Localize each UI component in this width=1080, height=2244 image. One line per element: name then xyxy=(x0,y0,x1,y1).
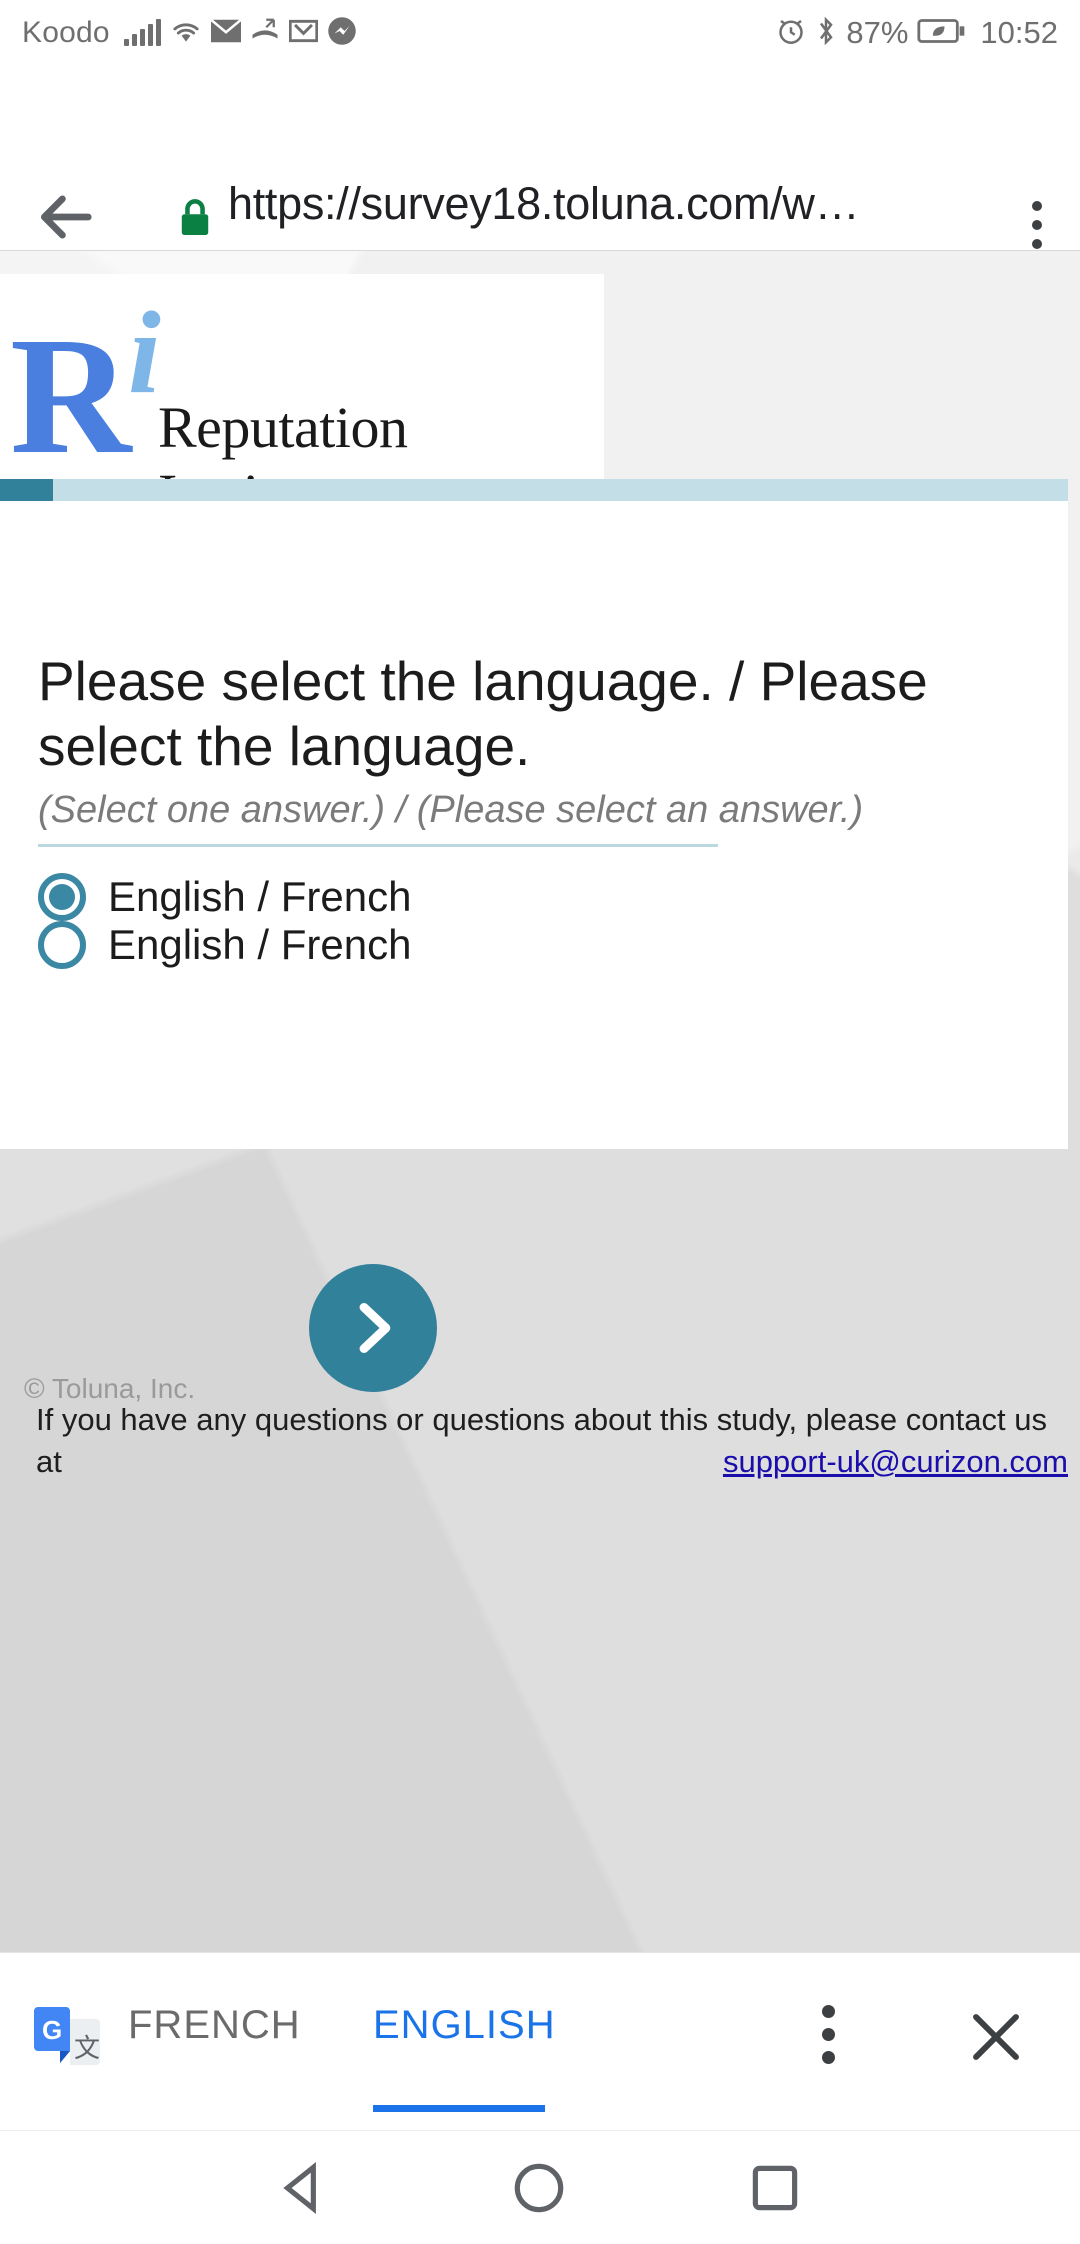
status-bar-left: Koodo xyxy=(22,16,357,51)
option-row-2[interactable]: English / French xyxy=(38,921,411,969)
translate-source-language[interactable]: FRENCH xyxy=(128,2003,301,2048)
option-row-1[interactable]: English / French xyxy=(38,873,411,921)
missed-call-icon xyxy=(250,18,280,49)
lock-icon[interactable] xyxy=(178,196,212,240)
question-divider xyxy=(38,844,718,847)
svg-text:文: 文 xyxy=(74,2033,100,2063)
question-instruction: (Select one answer.) / (Please select an… xyxy=(38,789,864,831)
next-button[interactable] xyxy=(309,1264,437,1392)
survey-progress-fill xyxy=(0,479,54,501)
back-arrow-icon[interactable] xyxy=(34,186,96,248)
clock-label: 10:52 xyxy=(980,15,1058,50)
logo-wordmark: Reputation Institute xyxy=(158,395,408,479)
translate-overflow-menu-icon[interactable] xyxy=(822,2005,835,2064)
browser-url-bar: https://survey18.toluna.com/w… https://s… xyxy=(0,66,1080,286)
radio-button-1[interactable] xyxy=(38,873,86,921)
contact-email-link[interactable]: support-uk@curizon.com xyxy=(723,1444,1068,1480)
nav-back-triangle-icon[interactable] xyxy=(272,2157,334,2224)
reputation-institute-logo: R i Reputation Institute xyxy=(0,274,604,479)
phone-screen: Koodo 87% 10:52 https://survey18.toluna.… xyxy=(0,0,1080,2244)
logo-letter-i: i xyxy=(128,287,161,418)
radio-button-2[interactable] xyxy=(38,921,86,969)
survey-progress-bar xyxy=(0,479,1068,501)
web-page-content: R i Reputation Institute Please select t… xyxy=(0,251,1080,1952)
nav-recents-square-icon[interactable] xyxy=(744,2157,806,2224)
survey-card: Please select the language. / Please sel… xyxy=(0,501,1068,1149)
wifi-icon xyxy=(170,18,202,49)
messenger-icon xyxy=(327,16,357,51)
google-translate-icon: G 文 xyxy=(34,2007,100,2077)
bluetooth-icon xyxy=(815,16,837,51)
translate-active-indicator xyxy=(373,2105,545,2112)
status-bar-right: 87% 10:52 xyxy=(776,15,1058,51)
svg-text:G: G xyxy=(42,2015,62,2045)
url-text[interactable]: https://survey18.toluna.com/w… xyxy=(228,178,860,230)
nav-home-circle-icon[interactable] xyxy=(508,2157,570,2224)
battery-percent-label: 87% xyxy=(846,15,909,50)
battery-saver-icon xyxy=(917,17,965,50)
option-label-2: English / French xyxy=(108,921,412,968)
logo-letter-r: R xyxy=(10,303,132,479)
alarm-icon xyxy=(776,16,806,51)
chevron-right-icon xyxy=(342,1297,404,1359)
android-navigation-bar xyxy=(0,2130,1080,2244)
gmail-icon xyxy=(288,19,318,48)
google-translate-bar: G 文 FRENCH ENGLISH xyxy=(0,1952,1080,2130)
carrier-label: Koodo xyxy=(22,16,110,49)
option-label-1: English / French xyxy=(108,873,412,920)
signal-icon xyxy=(123,19,161,46)
overflow-menu-icon[interactable] xyxy=(1032,201,1042,249)
translate-target-language[interactable]: ENGLISH xyxy=(373,2003,556,2048)
status-bar: Koodo 87% 10:52 xyxy=(0,0,1080,66)
question-title: Please select the language. / Please sel… xyxy=(38,650,928,777)
close-icon[interactable] xyxy=(964,2005,1028,2069)
mail-icon xyxy=(209,18,242,48)
